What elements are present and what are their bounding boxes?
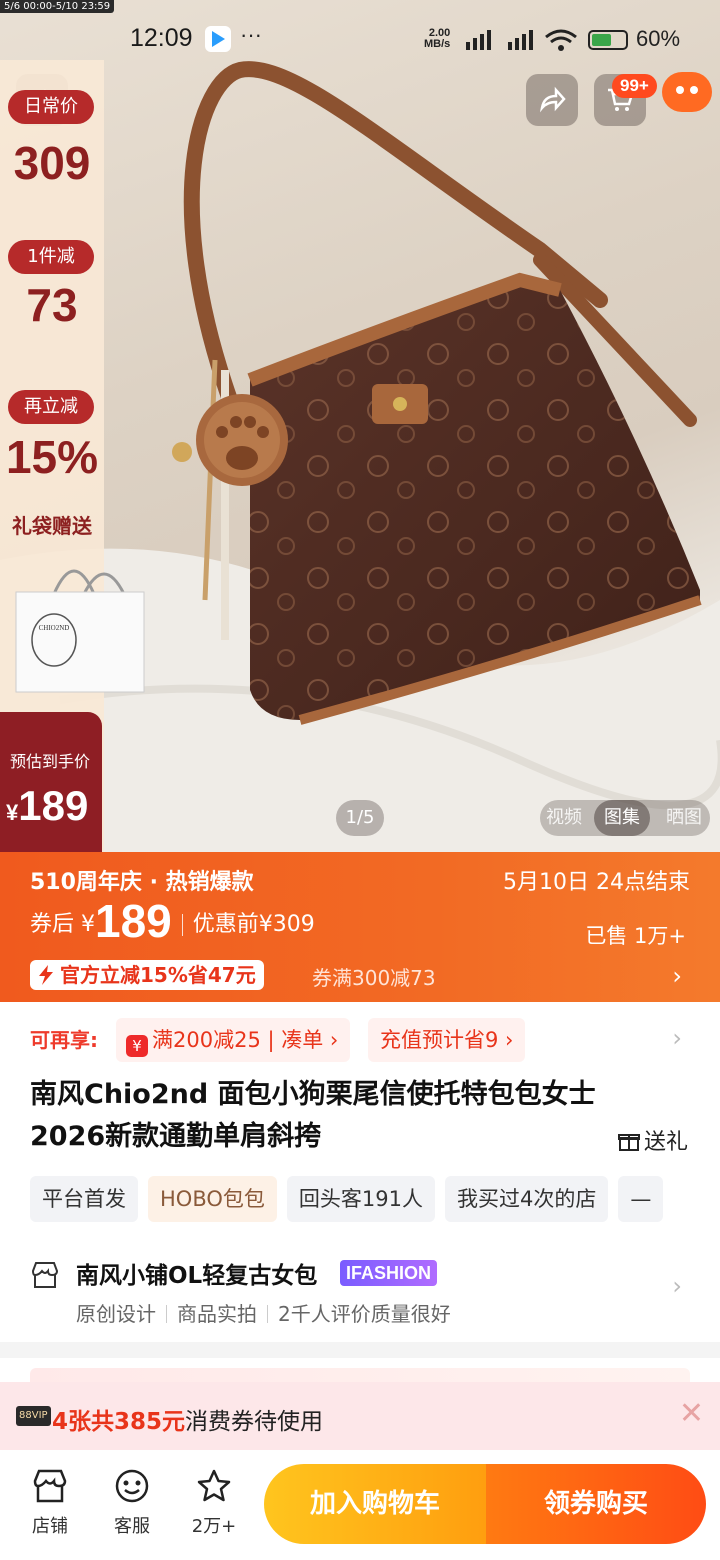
extra-discount-label: 再立减: [8, 390, 94, 424]
gift-bag-image: CHIO2ND: [15, 569, 145, 693]
estimated-price-box: 预估到手价 ¥189: [0, 712, 102, 852]
store-name[interactable]: 南风小铺OL轻复古女包: [76, 1256, 317, 1290]
battery-percent: 60%: [636, 26, 681, 51]
vip-badge: 88VIP: [16, 1406, 51, 1426]
signal-icon-2: [508, 30, 533, 50]
net-speed: 2.00 MB/s: [424, 27, 451, 50]
status-time: 12:09: [130, 24, 193, 52]
nav-favorite[interactable]: 2万+: [184, 1468, 244, 1538]
banner-chevron-icon: ›: [672, 962, 682, 990]
voucher-reminder-bar[interactable]: 88VIP 4张共385元消费券待使用 ✕: [0, 1382, 720, 1450]
promo-banner[interactable]: 510周年庆 · 热销爆款 5月10日 24点结束 券后 ¥189 优惠前¥309…: [0, 852, 720, 1002]
tag-chip[interactable]: 我买过4次的店: [444, 1176, 609, 1222]
chat-face-icon: [676, 86, 698, 94]
store-feature: 原创设计: [76, 1302, 156, 1326]
tab-buyer-photos[interactable]: 晒图: [666, 800, 702, 836]
store-feature: 2千人评价质量很好: [278, 1302, 451, 1326]
store-icon: [31, 1262, 59, 1288]
signal-icon: [466, 30, 491, 50]
store-feature: 商品实拍: [177, 1302, 257, 1326]
product-title: 南风Chio2nd 面包小狗栗尾信使托特包包女士2026新款通勤单肩斜挎: [30, 1079, 596, 1152]
estimated-price-value: ¥189: [6, 782, 89, 829]
share-button[interactable]: [526, 74, 578, 126]
status-more: ···: [240, 22, 262, 47]
daily-price-label: 日常价: [8, 90, 94, 124]
nav-store[interactable]: 店铺: [20, 1468, 80, 1538]
extra-offers-label: 可再享:: [30, 1028, 98, 1052]
discount-value: 73: [26, 279, 78, 331]
tag-chip[interactable]: HOBO包包: [148, 1176, 277, 1222]
tag-chip[interactable]: 回头客191人: [286, 1176, 435, 1222]
star-icon: [197, 1469, 231, 1502]
event-end-time: 5月10日 24点结束: [503, 870, 690, 895]
product-tags: 平台首发 HOBO包包 回头客191人 我买过4次的店 —: [30, 1176, 720, 1222]
nav-service[interactable]: 客服: [102, 1468, 162, 1538]
message-button[interactable]: [662, 72, 712, 112]
estimated-price-label: 预估到手价: [10, 752, 91, 771]
offers-chevron-icon[interactable]: ›: [672, 1024, 682, 1052]
coupon-price: 189: [95, 895, 172, 947]
sold-count: 已售 1万+: [585, 924, 686, 948]
gallery-page-indicator: 1/5: [336, 800, 384, 836]
add-to-cart-button[interactable]: 加入购物车: [264, 1464, 486, 1544]
buy-button[interactable]: 领券购买: [486, 1464, 706, 1544]
cart-badge: 99+: [612, 74, 657, 98]
gallery-tabs: 视频 图集 晒图: [540, 800, 710, 836]
official-discount-pill: 官方立减15%省47元: [30, 960, 264, 990]
product-info-card: 可再享: ¥ 满200减25 | 凑单 › 充值预计省9 › › 南风Chio2n…: [0, 1002, 720, 1342]
gift-icon: [617, 1134, 640, 1151]
share-icon: [540, 86, 566, 113]
store-icon: [33, 1469, 67, 1503]
bottom-action-bar: 店铺 客服 2万+ 加入购物车 领券购买: [0, 1450, 720, 1560]
daily-price-value: 309: [13, 137, 91, 189]
partially-hidden-row: [0, 1358, 720, 1382]
close-icon[interactable]: ✕: [679, 1396, 704, 1431]
ifashion-badge: IFASHION: [340, 1260, 438, 1286]
after-coupon-label: 券后: [30, 912, 75, 937]
product-gallery[interactable]: 5/6 00:00-5/10 23:59 12:09 ··· 2.00 MB/s …: [0, 0, 720, 852]
app-notification-icon: [205, 26, 231, 52]
coupon-offer-tag[interactable]: ¥ 满200减25 | 凑单 ›: [116, 1018, 351, 1062]
battery-icon: [588, 30, 628, 50]
product-photo: [0, 61, 720, 852]
tab-gallery[interactable]: 图集: [594, 800, 650, 836]
store-features: 原创设计 商品实拍 2千人评价质量很好: [76, 1298, 451, 1327]
event-title: 510周年庆 · 热销爆款: [30, 870, 254, 895]
status-bar: 12:09 ··· 2.00 MB/s 60%: [0, 22, 720, 58]
gift-button[interactable]: 送礼: [617, 1124, 688, 1156]
wifi-icon: [545, 29, 577, 51]
discount-label: 1件减: [8, 240, 94, 274]
extra-discount-value: 15%: [5, 431, 99, 483]
tag-chip[interactable]: —: [618, 1176, 664, 1222]
promo-period-tag: 5/6 00:00-5/10 23:59: [0, 0, 115, 13]
original-price: 优惠前¥309: [192, 912, 315, 937]
gift-bag-text: 礼袋赠送: [12, 514, 92, 538]
svg-text:CHIO2ND: CHIO2ND: [39, 624, 70, 632]
lightning-icon: [39, 965, 53, 985]
recharge-offer-tag[interactable]: 充值预计省9 ›: [368, 1018, 526, 1062]
tag-chip[interactable]: 平台首发: [30, 1176, 138, 1222]
coupon-icon: ¥: [126, 1035, 148, 1057]
coupon-rule: 券满300减73: [312, 966, 436, 990]
store-chevron-icon[interactable]: ›: [672, 1272, 682, 1300]
voucher-text: 4张共385元消费券待使用: [52, 1409, 324, 1435]
coupon-price-line: 券后 ¥189 优惠前¥309: [30, 894, 315, 948]
currency-symbol: ¥: [81, 912, 96, 937]
customer-service-icon: [115, 1469, 149, 1503]
tab-video[interactable]: 视频: [546, 800, 582, 836]
